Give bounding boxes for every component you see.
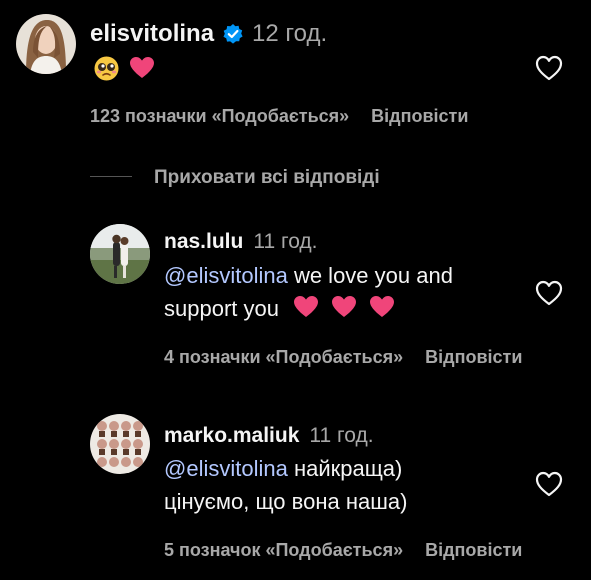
comment-emoji-row	[94, 54, 155, 82]
pink-heart-emoji	[331, 295, 357, 328]
verified-badge-icon	[222, 23, 244, 45]
reply-text: @elisvitolina we love you and support yo…	[164, 259, 453, 328]
reply-reply-button[interactable]: Відповісти	[425, 540, 522, 560]
pink-heart-emoji	[293, 295, 319, 328]
avatar-nas-lulu[interactable]	[90, 224, 150, 284]
heart-outline-icon	[535, 55, 563, 81]
comment-reply-button[interactable]: Відповісти	[371, 106, 468, 126]
avatar-elisvitolina[interactable]	[16, 14, 76, 74]
avatar-photo-icon	[90, 224, 150, 284]
like-reply-button[interactable]	[534, 470, 564, 498]
like-reply-button[interactable]	[534, 279, 564, 307]
reply-username[interactable]: nas.lulu	[164, 230, 243, 254]
reply-text-line-2: support you	[164, 296, 279, 321]
reply-time: 11 год.	[253, 230, 318, 253]
heart-outline-icon	[535, 471, 563, 497]
reply-username[interactable]: marko.maliuk	[164, 424, 299, 448]
pink-heart-emoji	[369, 295, 395, 328]
avatar-photo-icon	[90, 414, 150, 474]
comment-likes-count[interactable]: 123 позначки «Подобається»	[90, 106, 349, 126]
replies-divider	[90, 176, 132, 177]
reply-meta: 5 позначок «Подобається» Відповісти	[164, 540, 522, 561]
reply-time: 11 год.	[309, 424, 374, 447]
comment-time: 12 год.	[252, 20, 328, 47]
heart-outline-icon	[535, 280, 563, 306]
reply-reply-button[interactable]: Відповісти	[425, 347, 522, 367]
comment-meta: 123 позначки «Подобається» Відповісти	[90, 106, 468, 127]
like-comment-button[interactable]	[534, 54, 564, 82]
reply-text-line-1: найкраща)	[287, 456, 403, 481]
comment-username[interactable]: elisvitolina	[90, 20, 214, 48]
pink-heart-emoji	[129, 56, 155, 80]
comment-header: elisvitolina 12 год.	[90, 20, 327, 48]
reply-text-line-1: we love you and	[287, 263, 453, 288]
hide-replies-button[interactable]: Приховати всі відповіді	[154, 167, 380, 189]
reply-header: nas.lulu 11 год.	[164, 230, 318, 254]
reply-likes-count[interactable]: 5 позначок «Подобається»	[164, 540, 403, 560]
reply-meta: 4 позначки «Подобається» Відповісти	[164, 347, 522, 368]
reply-mention-link[interactable]: @elisvitolina	[164, 456, 288, 481]
avatar-marko-maliuk[interactable]	[90, 414, 150, 474]
reply-likes-count[interactable]: 4 позначки «Подобається»	[164, 347, 403, 367]
avatar-photo-icon	[16, 14, 76, 74]
reply-text: @elisvitolina найкраща) цінуємо, що вона…	[164, 452, 407, 518]
pleading-face-emoji	[94, 56, 119, 81]
reply-mention-link[interactable]: @elisvitolina	[164, 263, 288, 288]
reply-header: marko.maliuk 11 год.	[164, 424, 374, 448]
reply-text-line-2: цінуємо, що вона наша)	[164, 489, 408, 514]
